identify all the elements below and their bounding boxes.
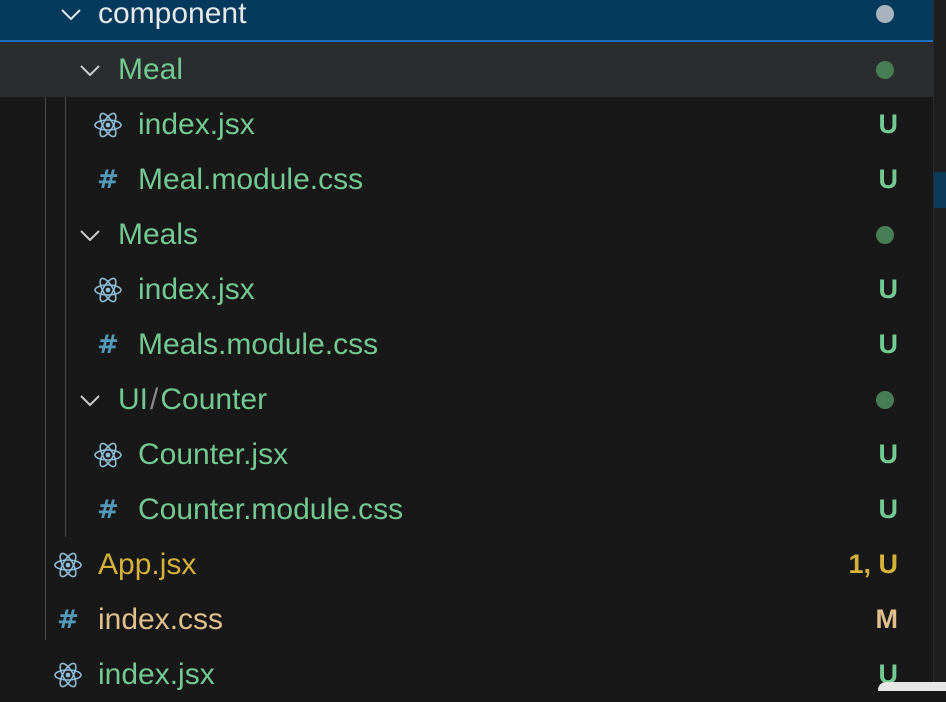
folder-meals[interactable]: Meals <box>0 207 933 262</box>
folder-label: Meals <box>118 218 199 251</box>
git-status-badge: 1, U <box>848 549 898 579</box>
file-index-css[interactable]: # index.css M <box>0 592 933 647</box>
chevron-down-icon <box>75 55 105 85</box>
file-label: index.css <box>98 603 224 636</box>
git-status-badge: M <box>875 604 899 634</box>
git-status-badge: U <box>878 494 899 524</box>
file-meals-index-jsx[interactable]: index.jsx U <box>0 262 933 317</box>
git-status-badge: U <box>878 274 899 304</box>
folder-status-dot <box>876 225 894 244</box>
folder-meal[interactable]: Meal <box>0 42 933 97</box>
folder-status-dot <box>876 4 894 23</box>
hash-icon: # <box>97 494 119 525</box>
react-icon <box>93 440 123 470</box>
git-status-badge: U <box>878 329 899 359</box>
git-status-badge: U <box>878 439 899 469</box>
file-app-jsx[interactable]: App.jsx 1, U <box>0 537 933 592</box>
folder-component[interactable]: component <box>0 0 933 42</box>
hash-icon: # <box>97 164 119 195</box>
path-separator: / <box>150 383 159 416</box>
chevron-down-icon <box>75 220 105 250</box>
window-corner <box>878 682 946 691</box>
hash-icon: # <box>57 604 79 635</box>
folder-label: UI/Counter <box>118 372 267 427</box>
react-icon <box>53 660 83 690</box>
file-meals-module-css[interactable]: # Meals.module.css U <box>0 317 933 372</box>
file-label: Counter.jsx <box>138 438 289 471</box>
file-label: App.jsx <box>98 548 197 581</box>
file-label: index.jsx <box>138 273 255 306</box>
file-label: Meal.module.css <box>138 163 364 196</box>
git-status-badge: U <box>878 109 899 139</box>
file-explorer-tree: component Meal index.jsx U # Meal.module… <box>0 0 933 691</box>
file-counter-jsx[interactable]: Counter.jsx U <box>0 427 933 482</box>
editor-edge <box>933 0 946 691</box>
file-counter-module-css[interactable]: # Counter.module.css U <box>0 482 933 537</box>
file-meal-index-jsx[interactable]: index.jsx U <box>0 97 933 152</box>
react-icon <box>53 550 83 580</box>
hash-icon: # <box>97 329 119 360</box>
folder-status-dot <box>876 60 894 79</box>
folder-label: Meal <box>118 53 184 86</box>
file-label: Meals.module.css <box>138 328 379 361</box>
folder-status-dot <box>876 390 894 409</box>
folder-label-part: UI <box>118 383 148 416</box>
folder-label-part: Counter <box>160 383 268 416</box>
file-meal-module-css[interactable]: # Meal.module.css U <box>0 152 933 207</box>
panel-divider[interactable] <box>933 0 934 691</box>
file-index-jsx[interactable]: index.jsx U <box>0 647 933 702</box>
editor-tab-indicator <box>934 172 946 208</box>
folder-ui-counter[interactable]: UI/Counter <box>0 372 933 427</box>
file-label: Counter.module.css <box>138 493 404 526</box>
chevron-down-icon <box>75 385 105 415</box>
git-status-badge: U <box>878 164 899 194</box>
file-label: index.jsx <box>98 658 215 691</box>
folder-label: component <box>98 0 247 30</box>
file-label: index.jsx <box>138 108 255 141</box>
react-icon <box>93 110 123 140</box>
chevron-down-icon <box>56 0 86 29</box>
react-icon <box>93 275 123 305</box>
